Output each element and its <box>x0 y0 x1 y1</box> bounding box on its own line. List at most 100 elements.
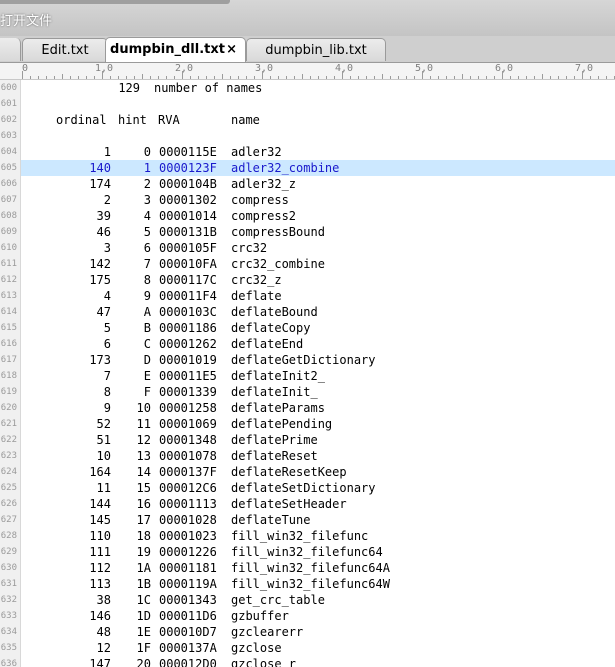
table-row: 142 7 000010FA crc32_combine <box>21 256 615 272</box>
ruler-tick <box>310 76 311 79</box>
line-number: 617 <box>0 355 17 365</box>
export-hint: 15 <box>136 481 151 495</box>
export-rva: 00001186 <box>159 321 217 335</box>
ruler-tick <box>558 76 559 79</box>
tab-edit-txt[interactable]: Edit.txt <box>22 38 108 61</box>
table-row: 11 15 000012C6 deflateSetDictionary <box>21 480 615 496</box>
export-name: adler32_z <box>231 177 297 191</box>
ruler-tick <box>470 76 471 79</box>
export-hint: 1C <box>136 593 151 607</box>
text-editor[interactable]: 129 number of names ordinal hint RVA nam… <box>21 80 615 667</box>
export-rva: 000012C6 <box>159 481 217 495</box>
export-ordinal: 145 <box>89 513 111 527</box>
export-ordinal: 174 <box>89 177 111 191</box>
table-row: 175 8 0000117C crc32_z <box>21 272 615 288</box>
export-rva: 000010D7 <box>159 625 217 639</box>
export-hint: 9 <box>143 289 151 303</box>
export-hint: 18 <box>136 529 151 543</box>
export-hint: 1B <box>136 577 151 591</box>
ruler-tick <box>486 76 487 79</box>
export-hint: 0 <box>143 145 151 159</box>
ruler-tick <box>110 76 111 79</box>
export-ordinal: 52 <box>96 417 111 431</box>
line-number: 614 <box>0 307 17 317</box>
export-ordinal: 8 <box>103 385 111 399</box>
export-rva: 000010FA <box>159 257 217 271</box>
export-name: gzbuffer <box>231 609 289 623</box>
table-row: 7 E 000011E5 deflateInit2_ <box>21 368 615 384</box>
tab-label: Edit.txt <box>41 43 89 58</box>
export-rva: 00001014 <box>159 209 217 223</box>
ruler-label: 6,0 <box>495 63 514 74</box>
line-number: 612 <box>0 275 17 285</box>
tab-label: dumpbin_dll.txt <box>110 42 225 57</box>
tab-dumpbin-dll[interactable]: dumpbin_dll.txt × <box>105 37 246 62</box>
export-ordinal: 9 <box>103 401 111 415</box>
table-row: 46 5 0000131B compressBound <box>21 224 615 240</box>
line-number: 615 <box>0 323 17 333</box>
table-row: 6 C 00001262 deflateEnd <box>21 336 615 352</box>
export-name: compressBound <box>231 225 325 239</box>
ruler-label: 3,0 <box>255 63 274 74</box>
table-row: 48 1E 000010D7 gzclearerr <box>21 624 615 640</box>
ruler-label: 2,0 <box>175 63 194 74</box>
export-hint: 19 <box>136 545 151 559</box>
export-hint: A <box>143 305 151 319</box>
ruler-tick <box>38 76 39 79</box>
ruler-tick <box>462 74 463 79</box>
export-rva: 000011D6 <box>159 609 217 623</box>
export-hint: C <box>143 337 151 351</box>
line-number: 608 <box>0 211 17 221</box>
ruler-tick <box>222 74 223 79</box>
line-number: 609 <box>0 227 17 237</box>
ruler-tick <box>246 76 247 79</box>
export-name: deflatePrime <box>231 433 318 447</box>
ruler-tick <box>566 76 567 79</box>
export-ordinal: 38 <box>96 593 111 607</box>
line-number: 604 <box>0 147 17 157</box>
line-number: 621 <box>0 419 17 429</box>
table-header: ordinal hint RVA name <box>21 112 615 128</box>
export-rva: 00001258 <box>159 401 217 415</box>
line-number: 601 <box>0 99 17 109</box>
ruler-tick <box>166 76 167 79</box>
export-rva: 00001023 <box>159 529 217 543</box>
header-hint: hint <box>118 113 147 127</box>
table-row: 4 9 000011F4 deflate <box>21 288 615 304</box>
tab-scroll-left[interactable] <box>0 38 21 61</box>
export-hint: 5 <box>143 225 151 239</box>
export-hint: 16 <box>136 497 151 511</box>
top-scroll-thumb[interactable] <box>0 0 230 4</box>
export-ordinal: 164 <box>89 465 111 479</box>
export-rva: 00001028 <box>159 513 217 527</box>
ruler-label: 4,0 <box>335 63 354 74</box>
table-row: 39 4 00001014 compress2 <box>21 208 615 224</box>
export-rva: 000011E5 <box>159 369 217 383</box>
line-number: 631 <box>0 579 17 589</box>
export-ordinal: 144 <box>89 497 111 511</box>
line-number: 630 <box>0 563 17 573</box>
ruler-tick <box>534 76 535 79</box>
export-name: deflateSetDictionary <box>231 481 376 495</box>
export-hint: 3 <box>143 193 151 207</box>
export-rva: 0000137A <box>159 641 217 655</box>
line-number: 635 <box>0 643 17 653</box>
export-rva: 00001226 <box>159 545 217 559</box>
ruler-tick <box>206 76 207 79</box>
export-ordinal: 5 <box>103 321 111 335</box>
export-name: deflateResetKeep <box>231 465 347 479</box>
export-hint: 4 <box>143 209 151 223</box>
close-icon[interactable]: × <box>226 38 237 61</box>
ruler-tick <box>366 76 367 79</box>
export-name: get_crc_table <box>231 593 325 607</box>
line-number: 610 <box>0 243 17 253</box>
export-ordinal: 51 <box>96 433 111 447</box>
table-row: 147 20 000012D0 gzclose_r <box>21 656 615 667</box>
ruler-tick <box>438 76 439 79</box>
ruler-tick <box>270 76 271 79</box>
export-ordinal: 46 <box>96 225 111 239</box>
table-row: 146 1D 000011D6 gzbuffer <box>21 608 615 624</box>
export-ordinal: 4 <box>103 289 111 303</box>
tab-dumpbin-lib[interactable]: dumpbin_lib.txt <box>246 38 386 61</box>
export-rva: 00001181 <box>159 561 217 575</box>
